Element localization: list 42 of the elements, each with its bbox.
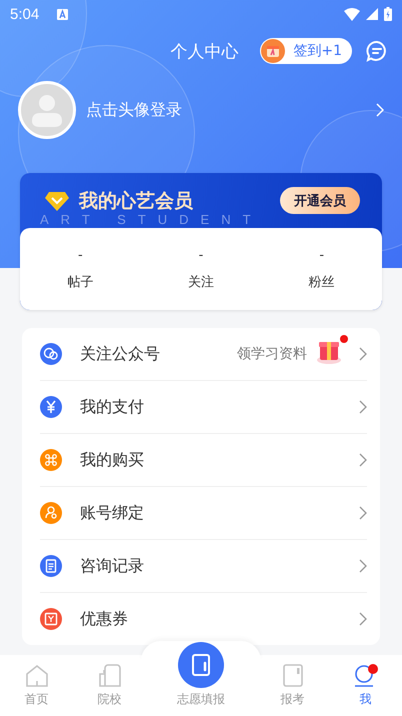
chevron-icon [359, 506, 367, 520]
stat-value: - [198, 248, 204, 262]
wifi-icon [344, 8, 360, 20]
home-icon [24, 664, 50, 688]
avatar-icon[interactable] [18, 81, 76, 139]
menu-label: 优惠券 [80, 608, 128, 630]
building-icon [96, 664, 123, 688]
message-icon[interactable] [366, 40, 388, 62]
stat-label[interactable]: 关注 [188, 272, 214, 290]
menu-item[interactable]: 账号绑定 [40, 487, 367, 540]
menu-label: 账号绑定 [80, 502, 144, 524]
chevron-icon [359, 612, 367, 626]
membership-title: 我的心艺会员 [79, 188, 193, 214]
menu-note: 领学习资料 [237, 345, 307, 363]
menu-item[interactable]: 咨询记录 [40, 540, 367, 593]
chevron-icon [359, 347, 367, 361]
page-title: 个人中心 [170, 40, 238, 62]
menu-label: 咨询记录 [80, 556, 144, 576]
notification-icon [57, 8, 68, 20]
open-membership-button[interactable]: 开通会员 [280, 187, 360, 214]
menu-label: 关注公众号 [80, 344, 160, 364]
stat-label[interactable]: 帖子 [67, 272, 94, 290]
menu-item[interactable]: 我的支付 [40, 381, 367, 434]
chevron-icon[interactable] [376, 103, 384, 117]
status-time: 5:04 [10, 6, 40, 22]
tab[interactable]: 我 [328, 664, 402, 716]
chevron-icon [359, 400, 367, 414]
stat-label[interactable]: 粉丝 [308, 272, 335, 290]
menu-item[interactable]: 关注公众号 领学习资料 [40, 328, 367, 381]
calendar-icon [261, 39, 286, 63]
chevron-icon [359, 453, 367, 467]
menu-label: 我的购买 [80, 450, 144, 470]
signal-icon [366, 8, 378, 20]
menu-item[interactable]: 我的购买 [40, 434, 367, 487]
chevron-icon [359, 559, 367, 573]
checkin-button[interactable]: 签到+1 [260, 38, 352, 64]
stat-value: - [78, 248, 83, 262]
watermark-text: ART STUDENT [40, 213, 263, 227]
stat-value: - [319, 248, 324, 262]
menu-label: 我的支付 [80, 396, 144, 418]
diamond-icon [45, 190, 69, 210]
battery-icon [384, 7, 392, 21]
